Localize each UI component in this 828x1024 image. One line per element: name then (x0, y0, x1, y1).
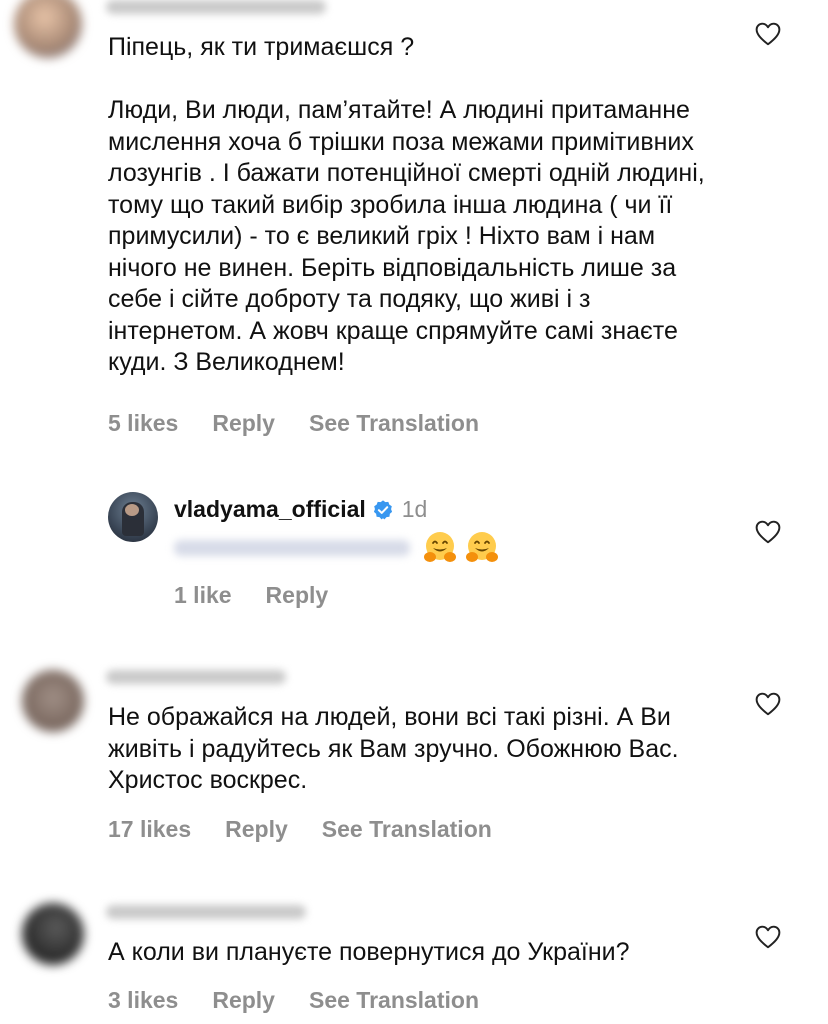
mention-blurred[interactable] (174, 540, 410, 556)
comment-3: Не ображайся на людей, вони всі такі різ… (0, 660, 828, 850)
reply-button[interactable]: Reply (225, 816, 288, 843)
comment-text: Піпець, як ти тримаєшся ? Люди, Ви люди,… (108, 33, 705, 376)
comment-text: А коли ви плануєте повернутися до Україн… (108, 938, 630, 966)
likes-count[interactable]: 1 like (174, 582, 232, 609)
comment-actions: 3 likes Reply See Translation (108, 987, 479, 1014)
hugging-face-emoji (466, 532, 498, 562)
reply-button[interactable]: Reply (212, 987, 275, 1014)
avatar[interactable] (22, 903, 84, 965)
author-row: vladyama_official 1d (174, 496, 427, 523)
heart-icon[interactable] (755, 692, 781, 716)
comment-text: Не ображайся на людей, вони всі такі різ… (108, 703, 679, 794)
see-translation-button[interactable]: See Translation (309, 410, 479, 437)
reply-content (174, 530, 500, 566)
reply-button[interactable]: Reply (212, 410, 275, 437)
see-translation-button[interactable]: See Translation (322, 816, 492, 843)
heart-icon[interactable] (755, 520, 781, 544)
heart-icon[interactable] (755, 925, 781, 949)
hugging-face-emoji (424, 532, 456, 562)
username-blurred[interactable] (106, 0, 326, 14)
comment-actions: 5 likes Reply See Translation (108, 410, 479, 437)
comment-actions: 17 likes Reply See Translation (108, 816, 492, 843)
avatar[interactable] (14, 0, 82, 58)
reply-button[interactable]: Reply (266, 582, 329, 609)
comment-1: Піпець, як ти тримаєшся ? Люди, Ви люди,… (0, 0, 828, 450)
likes-count[interactable]: 17 likes (108, 816, 191, 843)
comment-actions: 1 like Reply (174, 582, 328, 609)
verified-badge-icon (373, 499, 392, 519)
author-avatar[interactable] (108, 492, 158, 542)
likes-count[interactable]: 3 likes (108, 987, 178, 1014)
comment-reply-author: vladyama_official 1d 1 like Reply (0, 490, 828, 620)
username-blurred[interactable] (106, 905, 306, 919)
username-blurred[interactable] (106, 670, 286, 684)
heart-icon[interactable] (755, 22, 781, 46)
comment-time: 1d (401, 496, 428, 522)
comment-4: А коли ви плануєте повернутися до Україн… (0, 895, 828, 1024)
likes-count[interactable]: 5 likes (108, 410, 178, 437)
avatar[interactable] (22, 670, 84, 732)
author-username[interactable]: vladyama_official (174, 496, 366, 523)
see-translation-button[interactable]: See Translation (309, 987, 479, 1014)
